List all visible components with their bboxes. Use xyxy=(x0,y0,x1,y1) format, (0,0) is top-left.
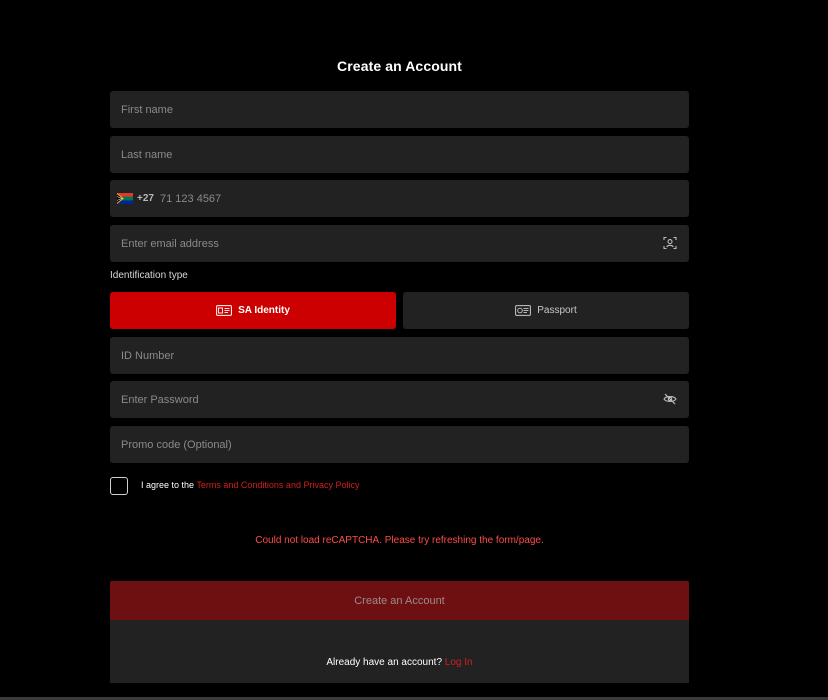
terms-link[interactable]: Terms and Conditions and Privacy Policy xyxy=(196,480,359,490)
promo-code-field[interactable] xyxy=(110,426,689,463)
passport-label: Passport xyxy=(537,305,577,316)
terms-agreement-text: I agree to the Terms and Conditions and … xyxy=(141,480,359,490)
login-footer: Already have an account? Log In xyxy=(110,620,689,683)
promo-code-input[interactable] xyxy=(110,426,689,463)
email-input[interactable] xyxy=(110,225,689,262)
user-scan-icon[interactable] xyxy=(663,236,677,250)
phone-field[interactable]: +27 xyxy=(110,180,689,217)
phone-input[interactable] xyxy=(110,180,689,217)
login-prompt: Already have an account? xyxy=(326,657,445,668)
id-number-field[interactable] xyxy=(110,337,689,374)
last-name-input[interactable] xyxy=(110,136,689,173)
passport-icon xyxy=(515,305,532,316)
sa-identity-button[interactable]: SA Identity xyxy=(110,292,396,329)
sa-identity-label: SA Identity xyxy=(238,305,290,316)
first-name-field[interactable] xyxy=(110,91,689,128)
login-prompt-line: Already have an account? Log In xyxy=(110,657,689,668)
form-title: Create an Account xyxy=(337,58,462,74)
password-field[interactable] xyxy=(110,381,689,418)
passport-button[interactable]: Passport xyxy=(403,292,689,329)
email-field[interactable] xyxy=(110,225,689,262)
terms-prefix: I agree to the xyxy=(141,480,197,490)
id-card-icon xyxy=(216,305,232,316)
id-number-input[interactable] xyxy=(110,337,689,374)
recaptcha-error-message: Could not load reCAPTCHA. Please try ref… xyxy=(255,535,544,546)
login-link[interactable]: Log In xyxy=(445,657,473,668)
identification-type-label: Identification type xyxy=(110,270,188,281)
last-name-field[interactable] xyxy=(110,136,689,173)
eye-off-icon[interactable] xyxy=(663,392,677,406)
password-input[interactable] xyxy=(110,381,689,418)
terms-checkbox[interactable] xyxy=(110,477,128,495)
first-name-input[interactable] xyxy=(110,91,689,128)
create-account-button[interactable]: Create an Account xyxy=(110,581,689,620)
